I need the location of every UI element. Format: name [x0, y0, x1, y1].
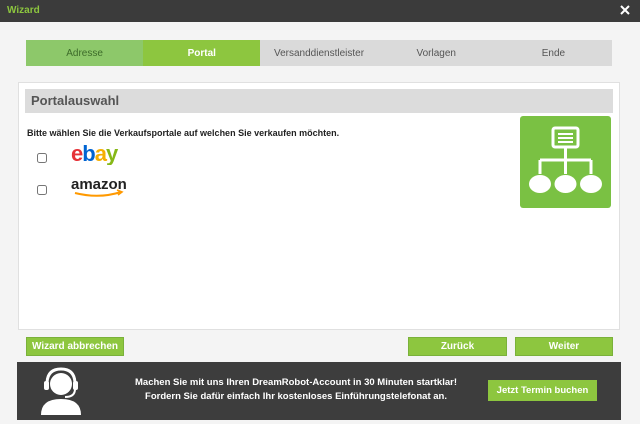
- amazon-logo: amazon: [71, 176, 127, 197]
- panel-title: Portalauswahl: [31, 93, 120, 108]
- step-adresse[interactable]: Adresse: [26, 40, 144, 66]
- network-structure-icon: [520, 116, 611, 208]
- promo-footer: Machen Sie mit uns Ihren DreamRobot-Acco…: [17, 362, 621, 420]
- back-button[interactable]: Zurück: [408, 337, 507, 356]
- next-button[interactable]: Weiter: [515, 337, 613, 356]
- panel-header: Portalauswahl: [25, 89, 613, 113]
- step-vorlagen[interactable]: Vorlagen: [377, 40, 495, 66]
- step-portal[interactable]: Portal: [143, 40, 261, 66]
- window-titlebar: Wizard: [0, 0, 640, 22]
- amazon-checkbox[interactable]: [37, 185, 47, 195]
- portal-row-amazon: amazon: [37, 176, 127, 197]
- promo-line-2: Fordern Sie dafür einfach Ihr kostenlose…: [145, 391, 447, 402]
- portal-selection-panel: Portalauswahl Bitte wählen Sie die Verka…: [18, 82, 620, 330]
- portal-row-ebay: ebay: [37, 141, 120, 165]
- ebay-logo: ebay: [71, 141, 120, 165]
- wizard-content: Adresse Portal Versanddienstleister Vorl…: [0, 22, 640, 424]
- book-appointment-button[interactable]: Jetzt Termin buchen: [488, 380, 597, 401]
- headset-agent-icon: [41, 367, 81, 415]
- ebay-checkbox[interactable]: [37, 153, 47, 163]
- step-versanddienstleister[interactable]: Versanddienstleister: [260, 40, 378, 66]
- step-ende[interactable]: Ende: [494, 40, 613, 66]
- instruction-text: Bitte wählen Sie die Verkaufsportale auf…: [27, 128, 340, 138]
- step-progress: Adresse Portal Versanddienstleister Vorl…: [26, 40, 613, 66]
- cancel-wizard-button[interactable]: Wizard abbrechen: [26, 337, 124, 356]
- svg-text:ebay: ebay: [71, 141, 119, 165]
- window-title: Wizard: [7, 5, 40, 16]
- close-icon[interactable]: [618, 3, 632, 17]
- promo-line-1: Machen Sie mit uns Ihren DreamRobot-Acco…: [135, 377, 457, 388]
- promo-message: Machen Sie mit uns Ihren DreamRobot-Acco…: [115, 376, 477, 404]
